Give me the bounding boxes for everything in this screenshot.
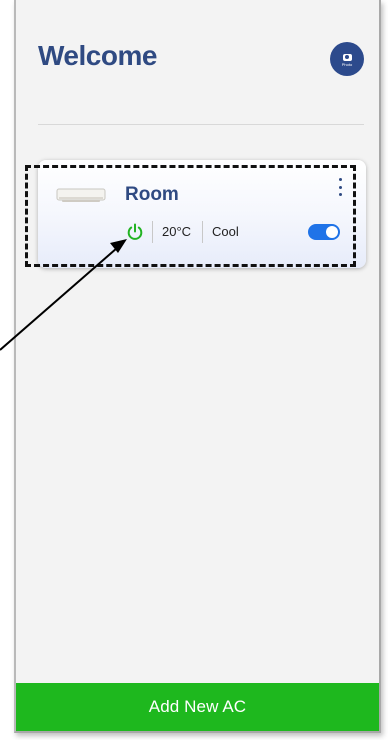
app-screen: Welcome Photo Room 20°C Cool Add New AC <box>14 0 381 733</box>
ac-power-toggle[interactable] <box>308 224 340 240</box>
ac-card[interactable]: Room 20°C Cool <box>38 160 366 268</box>
air-conditioner-icon <box>56 188 106 202</box>
power-icon[interactable] <box>126 223 144 241</box>
toggle-knob <box>326 226 338 238</box>
photo-button[interactable]: Photo <box>330 42 364 76</box>
page-title: Welcome <box>38 40 157 71</box>
camera-icon <box>342 53 352 61</box>
header-divider <box>38 124 364 125</box>
photo-button-label: Photo <box>341 61 353 67</box>
status-separator <box>152 221 153 243</box>
add-new-ac-button[interactable]: Add New AC <box>16 683 379 731</box>
ac-temperature: 20°C <box>162 224 192 239</box>
ac-mode: Cool <box>212 224 239 239</box>
status-separator <box>202 221 203 243</box>
ac-card-name: Room <box>125 184 179 205</box>
more-vertical-icon[interactable] <box>334 176 346 198</box>
